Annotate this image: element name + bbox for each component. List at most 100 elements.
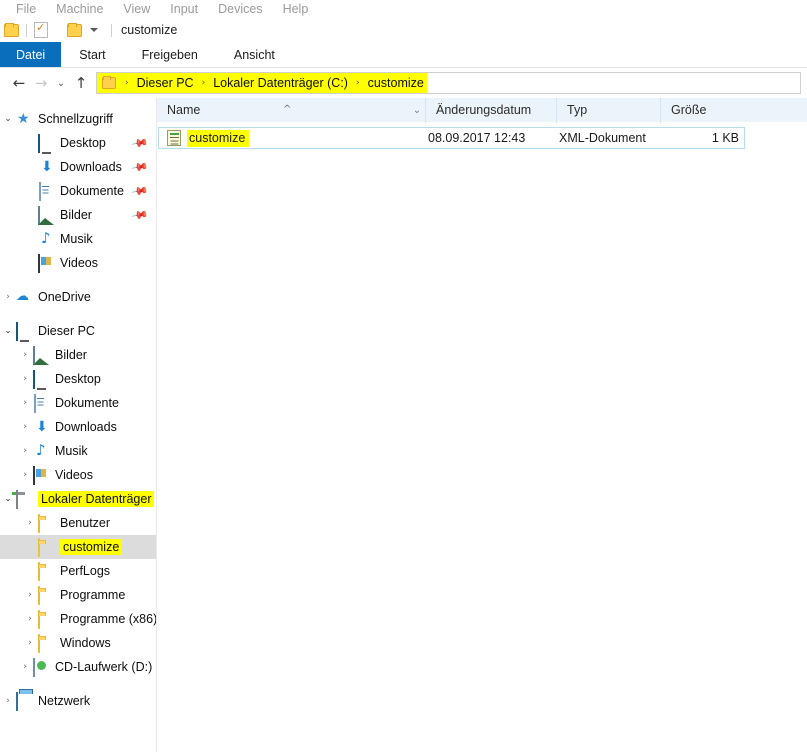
table-row[interactable]: customize 08.09.2017 12:43 XML-Dokument … bbox=[158, 127, 745, 149]
sidebar-item-videos-qa[interactable]: Videos bbox=[0, 251, 156, 275]
chevron-right-icon[interactable]: › bbox=[0, 285, 16, 309]
folder-icon bbox=[102, 76, 116, 89]
file-list-pane[interactable]: Name ^ ⌄ Änderungsdatum Typ Größe custom… bbox=[157, 97, 807, 752]
forward-button[interactable]: → bbox=[30, 72, 52, 94]
tab-datei[interactable]: Datei bbox=[0, 42, 62, 67]
sidebar-item-windows[interactable]: › Windows bbox=[0, 631, 156, 655]
chevron-right-icon[interactable]: › bbox=[17, 463, 33, 487]
file-type-cell: XML-Dokument bbox=[559, 131, 646, 145]
tab-ansicht[interactable]: Ansicht bbox=[216, 42, 293, 67]
sidebar-item-onedrive[interactable]: › ☁ OneDrive bbox=[0, 285, 156, 309]
chevron-right-icon[interactable]: › bbox=[17, 655, 33, 679]
sidebar-item-bilder-qa[interactable]: Bilder 📌 bbox=[0, 203, 156, 227]
file-name-cell[interactable]: customize bbox=[159, 129, 426, 147]
file-name-label: customize bbox=[187, 129, 250, 147]
vbox-menu-input[interactable]: Input bbox=[160, 0, 208, 18]
sidebar-item-lokaler-datentraeger[interactable]: ⌄ Lokaler Datenträger bbox=[0, 487, 156, 511]
chevron-right-icon[interactable]: › bbox=[22, 583, 38, 607]
column-header-type[interactable]: Typ bbox=[556, 97, 660, 123]
music-note-icon: ♪ bbox=[36, 441, 46, 459]
back-button[interactable]: ← bbox=[8, 72, 30, 94]
video-icon bbox=[33, 466, 50, 485]
sidebar-item-downloads-qa[interactable]: ⬇ Downloads 📌 bbox=[0, 155, 156, 179]
chevron-right-icon[interactable]: › bbox=[17, 367, 33, 391]
sort-ascending-icon: ^ bbox=[283, 103, 292, 115]
sidebar-item-label: Programme (x86) bbox=[60, 612, 157, 626]
column-header-name[interactable]: Name ^ ⌄ bbox=[157, 98, 425, 123]
chevron-down-icon[interactable]: ⌄ bbox=[0, 319, 16, 343]
navigation-pane[interactable]: ⌄ ★ Schnellzugriff Desktop 📌 ⬇ Downloads… bbox=[0, 98, 157, 752]
chevron-right-icon[interactable]: › bbox=[22, 511, 38, 535]
properties-icon[interactable] bbox=[34, 21, 48, 38]
address-bar[interactable]: › Dieser PC › Lokaler Datenträger (C:) ›… bbox=[96, 72, 801, 94]
sidebar-item-benutzer[interactable]: › Benutzer bbox=[0, 511, 156, 535]
chevron-right-icon[interactable]: › bbox=[17, 415, 33, 439]
sidebar-item-cd-laufwerk[interactable]: › CD-Laufwerk (D:) ES bbox=[0, 655, 156, 679]
sidebar-item-label: CD-Laufwerk (D:) ES bbox=[55, 660, 156, 674]
column-header-label: Größe bbox=[671, 102, 707, 117]
sidebar-item-programme[interactable]: › Programme bbox=[0, 583, 156, 607]
sidebar-item-dieser-pc[interactable]: ⌄ Dieser PC bbox=[0, 319, 156, 343]
sidebar-item-schnellzugriff[interactable]: ⌄ ★ Schnellzugriff bbox=[0, 107, 156, 131]
column-header-date[interactable]: Änderungsdatum bbox=[425, 97, 556, 123]
chevron-right-icon[interactable]: › bbox=[17, 343, 33, 367]
chevron-down-icon[interactable]: ⌄ bbox=[0, 487, 16, 511]
chevron-down-icon[interactable]: ⌄ bbox=[0, 107, 16, 131]
chevron-right-icon[interactable]: › bbox=[22, 631, 38, 655]
vbox-menu-help[interactable]: Help bbox=[273, 0, 319, 18]
sidebar-item-desktop-qa[interactable]: Desktop 📌 bbox=[0, 131, 156, 155]
vbox-menu-devices[interactable]: Devices bbox=[208, 0, 272, 18]
sidebar-item-netzwerk[interactable]: › Netzwerk bbox=[0, 689, 156, 713]
breadcrumb-item-dieser-pc[interactable]: Dieser PC bbox=[134, 76, 197, 90]
sidebar-item-label: customize bbox=[60, 539, 123, 555]
column-header-size[interactable]: Größe bbox=[660, 97, 744, 123]
document-icon bbox=[38, 182, 55, 201]
sidebar-item-customize[interactable]: customize bbox=[0, 535, 156, 559]
sidebar-item-perflogs[interactable]: PerfLogs bbox=[0, 559, 156, 583]
monitor-icon bbox=[16, 322, 33, 341]
up-button[interactable]: ↑ bbox=[70, 72, 92, 94]
vbox-menu-file[interactable]: File bbox=[6, 0, 46, 18]
cd-drive-icon bbox=[33, 658, 50, 677]
chevron-right-icon[interactable]: › bbox=[17, 439, 33, 463]
recent-locations-button[interactable]: ⌄ bbox=[52, 72, 70, 94]
sidebar-item-label: Schnellzugriff bbox=[38, 112, 113, 126]
breadcrumb[interactable]: › Dieser PC › Lokaler Datenträger (C:) ›… bbox=[97, 73, 427, 93]
folder-icon[interactable] bbox=[4, 22, 19, 37]
sidebar-item-musik-qa[interactable]: ♪ Musik bbox=[0, 227, 156, 251]
xml-document-icon bbox=[167, 130, 181, 146]
chevron-down-icon[interactable] bbox=[90, 28, 98, 32]
breadcrumb-item-customize[interactable]: customize bbox=[365, 76, 427, 90]
sidebar-item-label: Bilder bbox=[55, 348, 87, 362]
sidebar-item-dokumente[interactable]: › Dokumente bbox=[0, 391, 156, 415]
sidebar-item-label: Bilder bbox=[60, 208, 92, 222]
picture-icon bbox=[38, 206, 55, 225]
sidebar-item-musik[interactable]: › ♪ Musik bbox=[0, 439, 156, 463]
sidebar-item-label: Lokaler Datenträger bbox=[38, 491, 155, 507]
sidebar-item-bilder[interactable]: › Bilder bbox=[0, 343, 156, 367]
vbox-menu-machine[interactable]: Machine bbox=[46, 0, 113, 18]
sidebar-item-label: Downloads bbox=[55, 420, 117, 434]
monitor-icon bbox=[38, 134, 55, 153]
breadcrumb-item-lokaler-datentraeger[interactable]: Lokaler Datenträger (C:) bbox=[210, 76, 351, 90]
chevron-right-icon[interactable]: › bbox=[22, 607, 38, 631]
sidebar-item-videos[interactable]: › Videos bbox=[0, 463, 156, 487]
vbox-menu-view[interactable]: View bbox=[113, 0, 160, 18]
chevron-down-icon[interactable]: ⌄ bbox=[409, 98, 425, 123]
sidebar-item-label: Dieser PC bbox=[38, 324, 95, 338]
chevron-right-icon[interactable]: › bbox=[17, 391, 33, 415]
folder-icon bbox=[38, 562, 55, 581]
sidebar-item-programme-x86[interactable]: › Programme (x86) bbox=[0, 607, 156, 631]
sidebar-item-dokumente-qa[interactable]: Dokumente 📌 bbox=[0, 179, 156, 203]
tab-freigeben[interactable]: Freigeben bbox=[124, 42, 216, 67]
new-folder-icon[interactable] bbox=[67, 22, 82, 37]
folder-icon bbox=[38, 538, 55, 557]
sidebar-item-downloads[interactable]: › ⬇ Downloads bbox=[0, 415, 156, 439]
ribbon-tabbar: Datei Start Freigeben Ansicht bbox=[0, 42, 807, 68]
chevron-right-icon[interactable]: › bbox=[0, 689, 16, 713]
sidebar-item-desktop[interactable]: › Desktop bbox=[0, 367, 156, 391]
sidebar-item-label: Downloads bbox=[60, 160, 122, 174]
tab-start[interactable]: Start bbox=[61, 42, 123, 67]
sidebar-item-label: Windows bbox=[60, 636, 111, 650]
